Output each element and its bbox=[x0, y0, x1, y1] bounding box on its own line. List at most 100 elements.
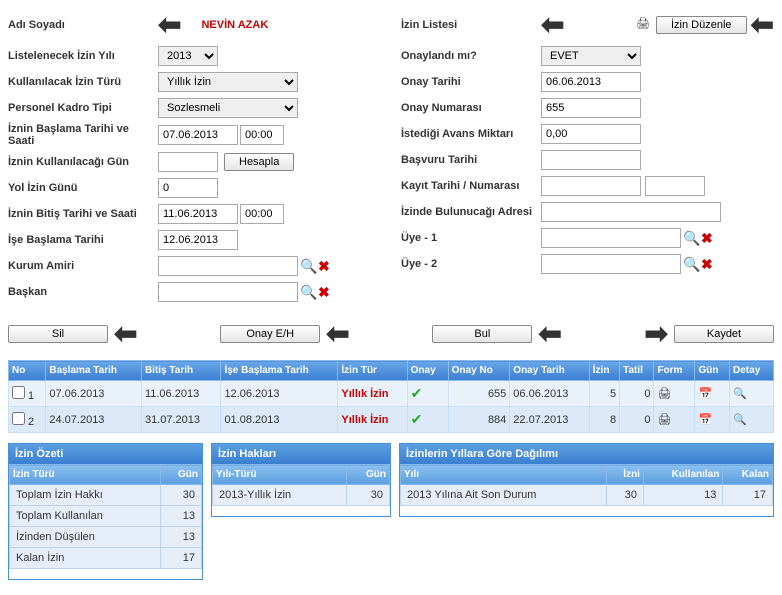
work-label: İşe Başlama Tarihi bbox=[8, 234, 158, 246]
delete-button[interactable]: Sil bbox=[8, 325, 108, 343]
kayit-no-input[interactable] bbox=[645, 176, 705, 196]
col-izin: İzin bbox=[589, 361, 619, 381]
approve-date-input[interactable] bbox=[541, 72, 641, 92]
start-time-input[interactable] bbox=[240, 125, 284, 145]
calc-button[interactable]: Hesapla bbox=[224, 153, 294, 171]
search-icon[interactable]: 🔍 bbox=[683, 256, 699, 272]
end-date-input[interactable] bbox=[158, 204, 238, 224]
baskan-input[interactable] bbox=[158, 282, 298, 302]
amir-input[interactable] bbox=[158, 256, 298, 276]
summary-key: İzinden Düşülen bbox=[10, 527, 161, 548]
arrow-icon: ⬅ bbox=[326, 317, 349, 350]
edit-button[interactable]: İzin Düzenle bbox=[656, 16, 747, 34]
row-checkbox[interactable] bbox=[12, 386, 25, 399]
check-icon: ✔ bbox=[407, 381, 448, 407]
uye1-label: Üye - 1 bbox=[401, 232, 541, 244]
adres-input[interactable] bbox=[541, 202, 721, 222]
avans-input[interactable] bbox=[541, 124, 641, 144]
approve-button[interactable]: Onay E/H bbox=[220, 325, 320, 343]
calendar-icon[interactable]: 📅 bbox=[698, 414, 712, 426]
kadro-select[interactable]: Sozlesmeli bbox=[158, 98, 298, 118]
arrow-icon: ⬅ bbox=[541, 8, 564, 41]
col-no: No bbox=[9, 361, 46, 381]
rights-val: 30 bbox=[347, 485, 390, 506]
dist-year: 2013 Yılına Ait Son Durum bbox=[401, 485, 607, 506]
col-onay: Onay bbox=[407, 361, 448, 381]
save-button[interactable]: Kaydet bbox=[674, 325, 774, 343]
summary-panel: İzin Özeti İzin TürüGün Toplam İzin Hakk… bbox=[8, 443, 203, 580]
delete-icon[interactable]: ✖ bbox=[318, 258, 334, 274]
arrow-icon: ⬅ bbox=[114, 317, 137, 350]
table-row[interactable]: 1 07.06.201311.06.201312.06.2013 Yıllık … bbox=[9, 381, 774, 407]
basvuru-label: Başvuru Tarihi bbox=[401, 154, 541, 166]
basvuru-input[interactable] bbox=[541, 150, 641, 170]
kayit-label: Kayıt Tarihi / Numarası bbox=[401, 180, 541, 192]
year-label: Listelenecek İzin Yılı bbox=[8, 50, 158, 62]
panel-title: İzinlerin Yıllara Göre Dağılımı bbox=[400, 444, 773, 464]
search-icon[interactable]: 🔍 bbox=[300, 284, 316, 300]
col-onaytarih: Onay Tarih bbox=[510, 361, 589, 381]
col-end: Bitiş Tarih bbox=[141, 361, 220, 381]
col-tatil: Tatil bbox=[620, 361, 654, 381]
col-type: İzin Tür bbox=[338, 361, 407, 381]
approve-no-input[interactable] bbox=[541, 98, 641, 118]
arrow-icon: ⬅ bbox=[751, 8, 774, 41]
adres-label: İzinde Bulunucağı Adresi bbox=[401, 206, 541, 218]
rights-panel: İzin Hakları Yılı-TürüGün 2013-Yıllık İz… bbox=[211, 443, 391, 517]
arrow-icon: ⬅ bbox=[538, 317, 561, 350]
kayit-date-input[interactable] bbox=[541, 176, 641, 196]
col-start: Başlama Tarih bbox=[46, 361, 142, 381]
name-label: Adı Soyadı bbox=[8, 19, 158, 31]
arrow-icon: ⬅ bbox=[158, 8, 181, 41]
road-input[interactable] bbox=[158, 178, 218, 198]
row-checkbox[interactable] bbox=[12, 412, 25, 425]
summary-val: 13 bbox=[161, 506, 202, 527]
end-time-input[interactable] bbox=[240, 204, 284, 224]
start-date-input[interactable] bbox=[158, 125, 238, 145]
approved-label: Onaylandı mı? bbox=[401, 50, 541, 62]
print-icon[interactable]: 🖨 bbox=[657, 414, 671, 426]
summary-val: 30 bbox=[161, 485, 202, 506]
road-label: Yol İzin Günü bbox=[8, 182, 158, 194]
leave-table: No Başlama Tarih Bitiş Tarih İşe Başlama… bbox=[8, 360, 774, 433]
uye2-input[interactable] bbox=[541, 254, 681, 274]
summary-key: Kalan İzin bbox=[10, 548, 161, 569]
start-label: İznin Başlama Tarihi ve Saati bbox=[8, 123, 158, 147]
approve-date-label: Onay Tarihi bbox=[401, 76, 541, 88]
col-onayno: Onay No bbox=[448, 361, 510, 381]
col-detay: Detay bbox=[730, 361, 774, 381]
days-input[interactable] bbox=[158, 152, 218, 172]
rights-key: 2013-Yıllık İzin bbox=[213, 485, 347, 506]
col-form: Form bbox=[654, 361, 695, 381]
distribution-panel: İzinlerin Yıllara Göre Dağılımı Yılı İzn… bbox=[399, 443, 774, 517]
delete-icon[interactable]: ✖ bbox=[701, 230, 717, 246]
approve-no-label: Onay Numarası bbox=[401, 102, 541, 114]
delete-icon[interactable]: ✖ bbox=[318, 284, 334, 300]
detail-icon[interactable]: 🔍 bbox=[733, 388, 747, 400]
approved-select[interactable]: EVET bbox=[541, 46, 641, 66]
delete-icon[interactable]: ✖ bbox=[701, 256, 717, 272]
type-label: Kullanılacak İzin Türü bbox=[8, 76, 158, 88]
col-gun: Gün bbox=[695, 361, 730, 381]
list-label: İzin Listesi bbox=[401, 19, 541, 31]
print-icon[interactable]: 🖨 bbox=[657, 388, 671, 400]
avans-label: İstediği Avans Miktarı bbox=[401, 128, 541, 140]
summary-val: 17 bbox=[161, 548, 202, 569]
calendar-icon[interactable]: 📅 bbox=[698, 388, 712, 400]
table-row[interactable]: 2 24.07.201331.07.201301.08.2013 Yıllık … bbox=[9, 407, 774, 433]
year-select[interactable]: 2013 bbox=[158, 46, 218, 66]
name-value: NEVİN AZAK bbox=[201, 19, 268, 31]
amir-label: Kurum Amiri bbox=[8, 260, 158, 272]
search-icon[interactable]: 🔍 bbox=[683, 230, 699, 246]
find-button[interactable]: Bul bbox=[432, 325, 532, 343]
type-select[interactable]: Yıllık İzin bbox=[158, 72, 298, 92]
print-icon[interactable]: 🖨 bbox=[636, 17, 652, 33]
check-icon: ✔ bbox=[407, 407, 448, 433]
uye1-input[interactable] bbox=[541, 228, 681, 248]
days-label: İznin Kullanılacağı Gün bbox=[8, 156, 158, 168]
detail-icon[interactable]: 🔍 bbox=[733, 414, 747, 426]
work-date-input[interactable] bbox=[158, 230, 238, 250]
summary-key: Toplam Kullanılan bbox=[10, 506, 161, 527]
uye2-label: Üye - 2 bbox=[401, 258, 541, 270]
search-icon[interactable]: 🔍 bbox=[300, 258, 316, 274]
